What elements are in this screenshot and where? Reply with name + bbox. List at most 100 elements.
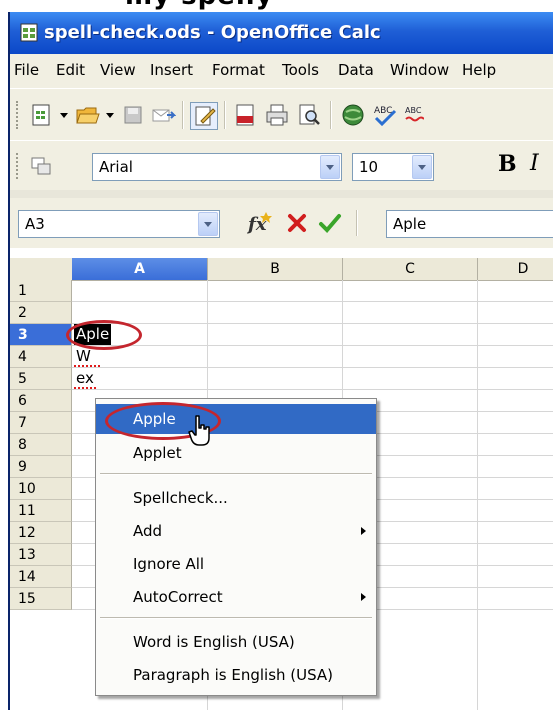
menu-view[interactable]: View xyxy=(100,61,136,79)
row-header[interactable]: 6 xyxy=(10,390,72,412)
menu-ignore-all-label: Ignore All xyxy=(133,555,205,573)
row-header[interactable]: 10 xyxy=(10,478,72,500)
print-icon[interactable] xyxy=(264,102,290,128)
font-size-value: 10 xyxy=(359,158,379,176)
window-title: spell-check.ods - OpenOffice Calc xyxy=(44,22,381,43)
column-header-a[interactable]: A xyxy=(72,258,208,281)
formula-bar: A3 fx Aple xyxy=(10,198,553,248)
menu-paragraph-language-label: Paragraph is English (USA) xyxy=(133,666,334,684)
menu-autocorrect-label: AutoCorrect xyxy=(133,588,223,606)
hand-cursor-icon xyxy=(188,415,210,446)
menu-add[interactable]: Add xyxy=(96,516,376,546)
row-header[interactable]: 9 xyxy=(10,456,72,478)
font-size-combo[interactable]: 10 xyxy=(352,153,434,181)
email-document-icon[interactable] xyxy=(150,102,176,128)
name-box-value: A3 xyxy=(25,215,45,233)
bold-button[interactable]: B xyxy=(498,151,517,177)
menu-word-language-label: Word is English (USA) xyxy=(133,633,295,651)
row-header[interactable]: 4 xyxy=(10,346,72,368)
menu-separator xyxy=(100,617,372,619)
grid-line xyxy=(72,345,553,346)
formatting-toolbar: Arial 10 B I xyxy=(10,140,553,191)
menu-file[interactable]: File xyxy=(14,61,39,79)
calc-app-icon xyxy=(20,23,38,42)
row-header[interactable]: 7 xyxy=(10,412,72,434)
menu-bar: File Edit View Insert Format Tools Data … xyxy=(10,54,553,88)
row-header[interactable]: 8 xyxy=(10,434,72,456)
row-header[interactable]: 11 xyxy=(10,500,72,522)
toolbar-grip[interactable] xyxy=(16,153,21,179)
formula-input-value: Aple xyxy=(393,215,427,233)
menu-separator xyxy=(100,473,372,475)
row-header[interactable]: 15 xyxy=(10,588,72,610)
new-dropdown-caret[interactable] xyxy=(60,113,68,118)
toolbar-separator xyxy=(330,101,332,129)
open-folder-icon[interactable] xyxy=(74,102,100,128)
font-name-value: Arial xyxy=(99,158,133,176)
menu-edit[interactable]: Edit xyxy=(56,61,85,79)
title-bar[interactable]: spell-check.ods - OpenOffice Calc xyxy=(10,12,553,54)
open-dropdown-caret[interactable] xyxy=(106,113,114,118)
cancel-icon[interactable] xyxy=(286,212,308,234)
name-box[interactable]: A3 xyxy=(18,210,220,238)
grid-line xyxy=(72,301,553,302)
styles-formatting-icon[interactable] xyxy=(28,153,54,179)
navigator-globe-icon[interactable] xyxy=(340,102,366,128)
grid-line xyxy=(72,367,553,368)
select-all-corner[interactable] xyxy=(10,258,73,281)
spelling-underline xyxy=(74,384,96,389)
menu-autocorrect[interactable]: AutoCorrect xyxy=(96,582,376,612)
row-header[interactable]: 1 xyxy=(10,280,72,302)
function-wizard-icon[interactable]: fx xyxy=(246,210,274,236)
row-header-selected[interactable]: 3 xyxy=(10,324,72,346)
standard-toolbar: ABC ABC xyxy=(10,88,553,141)
submenu-arrow-icon xyxy=(361,527,366,535)
grid-line xyxy=(72,389,553,390)
row-header[interactable]: 2 xyxy=(10,302,72,324)
menu-word-language[interactable]: Word is English (USA) xyxy=(96,627,376,657)
column-header-c[interactable]: C xyxy=(343,258,478,281)
row-header[interactable]: 14 xyxy=(10,566,72,588)
chevron-down-icon[interactable] xyxy=(198,212,218,236)
print-preview-icon[interactable] xyxy=(296,102,322,128)
chevron-down-icon[interactable] xyxy=(412,155,432,179)
menu-add-label: Add xyxy=(133,522,163,540)
save-icon[interactable] xyxy=(120,102,146,128)
toolbar-separator xyxy=(356,210,358,236)
menu-insert[interactable]: Insert xyxy=(150,61,193,79)
formula-input[interactable]: Aple xyxy=(386,210,553,238)
accept-icon[interactable] xyxy=(318,212,342,234)
font-name-combo[interactable]: Arial xyxy=(92,153,342,181)
caption-fragment: my spelly xyxy=(125,0,274,11)
menu-help[interactable]: Help xyxy=(462,61,496,79)
chevron-down-icon[interactable] xyxy=(320,155,340,179)
menu-tools[interactable]: Tools xyxy=(282,61,319,79)
calc-window: spell-check.ods - OpenOffice Calc File E… xyxy=(8,12,553,710)
menu-spellcheck-label: Spellcheck... xyxy=(133,489,228,507)
column-header-d[interactable]: D xyxy=(478,258,553,281)
new-document-icon[interactable] xyxy=(28,102,54,128)
export-pdf-icon[interactable] xyxy=(232,102,258,128)
menu-paragraph-language[interactable]: Paragraph is English (USA) xyxy=(96,660,376,690)
row-header[interactable]: 12 xyxy=(10,522,72,544)
grid-line xyxy=(72,323,553,324)
spelling-context-menu: Apple Applet Spellcheck... Add Ignore Al… xyxy=(95,398,377,696)
row-header[interactable]: 13 xyxy=(10,544,72,566)
menu-data[interactable]: Data xyxy=(338,61,374,79)
menu-spellcheck[interactable]: Spellcheck... xyxy=(96,483,376,513)
edit-file-icon[interactable] xyxy=(190,102,218,130)
column-header-b[interactable]: B xyxy=(208,258,343,281)
spelling-underline xyxy=(74,362,100,367)
menu-ignore-all[interactable]: Ignore All xyxy=(96,549,376,579)
toolbar-separator xyxy=(224,101,226,129)
row-header[interactable]: 5 xyxy=(10,368,72,390)
italic-button[interactable]: I xyxy=(530,151,539,176)
autospellcheck-icon[interactable]: ABC xyxy=(404,102,424,128)
spellcheck-icon[interactable]: ABC xyxy=(372,102,398,128)
submenu-arrow-icon xyxy=(361,593,366,601)
toolbar-grip[interactable] xyxy=(16,101,21,129)
suggestion-applet[interactable]: Applet xyxy=(96,438,376,468)
caption-strip: my spelly xyxy=(0,0,553,12)
menu-format[interactable]: Format xyxy=(212,61,265,79)
menu-window[interactable]: Window xyxy=(390,61,449,79)
